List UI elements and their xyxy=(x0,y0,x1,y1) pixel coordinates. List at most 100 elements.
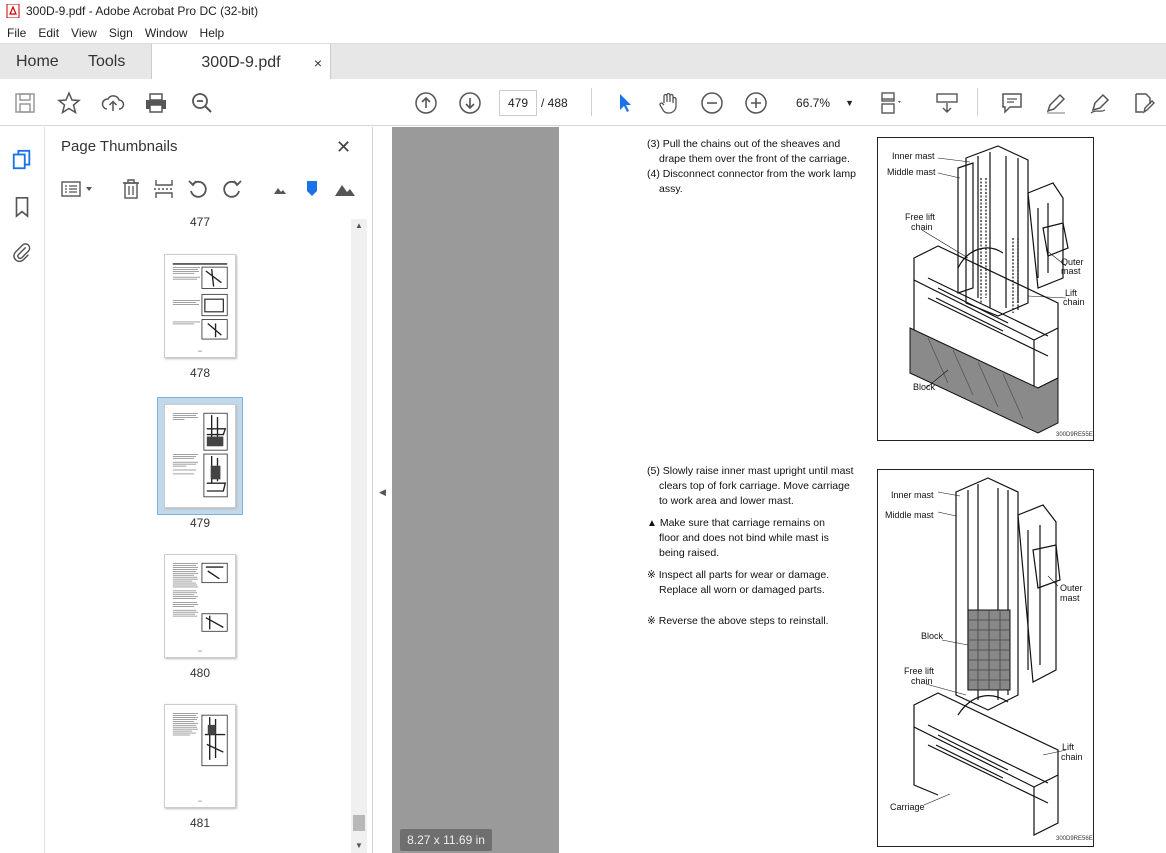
scroll-mode-icon[interactable] xyxy=(934,90,960,116)
figure-label: Middle mast xyxy=(885,510,934,520)
next-page-icon[interactable] xyxy=(457,90,483,116)
page-number-input[interactable]: 479 xyxy=(499,90,537,116)
hand-tool-icon[interactable] xyxy=(655,90,681,116)
small-thumbnails-icon[interactable] xyxy=(269,178,291,200)
tab-close-icon[interactable]: × xyxy=(314,55,322,71)
title-bar: 300D-9.pdf - Adobe Acrobat Pro DC (32-bi… xyxy=(0,0,1166,22)
figure-label: Free lift xyxy=(905,212,936,222)
asterisk-note-icon: ※ xyxy=(647,615,656,627)
mast-diagram-2: Inner mast Middle mast Outer mast Block … xyxy=(877,469,1094,847)
panel-title: Page Thumbnails xyxy=(61,138,178,155)
figure-label: Free lift xyxy=(904,666,935,676)
figure-label: Inner mast xyxy=(891,490,934,500)
zoom-value: 66.7% xyxy=(796,96,831,110)
reinstall-note: ※ Reverse the above steps to reinstall. xyxy=(647,615,829,627)
warning-text: ▲ Make sure that carriage remains on flo… xyxy=(647,517,829,559)
draw-pen-icon[interactable] xyxy=(1087,90,1113,116)
mast-diagram-1: Inner mast Middle mast Free lift chain O… xyxy=(877,137,1094,441)
figure-label: chain xyxy=(1061,752,1083,762)
zoom-search-icon[interactable] xyxy=(189,90,215,116)
step-5-text: (5) Slowly raise inner mast upright unti… xyxy=(647,465,854,507)
figure-label: chain xyxy=(911,222,933,232)
upload-cloud-icon[interactable] xyxy=(100,90,126,116)
page-size-indicator: 8.27 x 11.69 in xyxy=(400,829,492,851)
thumbnail-toolbar xyxy=(46,174,373,204)
asterisk-note-icon: ※ xyxy=(647,569,656,581)
left-navigation-rail xyxy=(0,127,45,853)
zoom-out-icon[interactable] xyxy=(699,90,725,116)
toolbar-divider xyxy=(977,88,978,116)
menu-edit[interactable]: Edit xyxy=(38,26,59,40)
thumbnail-list: 477 478 479 480 481 xyxy=(46,217,351,853)
thumbnail-label: 477 xyxy=(189,217,211,229)
figure-label: Block xyxy=(921,631,944,641)
thumbnail-page[interactable] xyxy=(164,254,236,358)
menu-help[interactable]: Help xyxy=(200,26,225,40)
print-icon[interactable] xyxy=(143,90,169,116)
thumbnail-page-current[interactable] xyxy=(164,404,236,508)
acrobat-icon xyxy=(6,4,20,18)
save-icon[interactable] xyxy=(12,90,38,116)
scroll-up-icon[interactable]: ▲ xyxy=(355,221,363,230)
previous-page-icon[interactable] xyxy=(413,90,439,116)
tab-home[interactable]: Home xyxy=(16,44,59,80)
scrollbar-thumb[interactable] xyxy=(353,815,365,831)
tab-document[interactable]: 300D-9.pdf × xyxy=(151,44,331,81)
panel-collapse-strip[interactable]: ◀ xyxy=(374,127,392,853)
menu-bar: File Edit View Sign Window Help xyxy=(0,22,1166,43)
figure-code: 300D9RE55E xyxy=(1056,432,1093,438)
thumbnail-page[interactable] xyxy=(164,704,236,808)
delete-icon[interactable] xyxy=(120,178,142,200)
tab-bar: Home Tools 300D-9.pdf × xyxy=(0,43,1166,81)
figure-label: mast xyxy=(1061,266,1081,276)
thumbnail-scrollbar[interactable]: ▲ ▼ xyxy=(351,219,367,853)
window-title: 300D-9.pdf - Adobe Acrobat Pro DC (32-bi… xyxy=(26,4,259,18)
figure-label: chain xyxy=(1063,297,1085,307)
options-menu-icon[interactable] xyxy=(60,178,96,200)
select-cursor-icon[interactable] xyxy=(612,90,638,116)
zoom-dropdown[interactable]: 66.7% ▼ xyxy=(788,90,860,116)
large-thumbnails-icon[interactable] xyxy=(334,178,356,200)
thumbnail-label: 480 xyxy=(189,666,211,680)
page-layout-icon[interactable] xyxy=(878,90,904,116)
tab-tools[interactable]: Tools xyxy=(88,44,125,80)
scroll-down-icon[interactable]: ▼ xyxy=(355,841,363,850)
pdf-page: (3) Pull the chains out of the sheaves a… xyxy=(559,127,1166,853)
warning-icon: ▲ xyxy=(647,518,657,529)
zoom-in-icon[interactable] xyxy=(743,90,769,116)
insert-page-icon[interactable] xyxy=(153,178,175,200)
thumbnail-label: 479 xyxy=(189,516,211,530)
menu-view[interactable]: View xyxy=(71,26,97,40)
document-background xyxy=(392,127,559,853)
bookmarks-icon[interactable] xyxy=(10,195,34,219)
figure-label: Outer xyxy=(1060,583,1083,593)
figure-label: Middle mast xyxy=(887,167,936,177)
figure-code: 300D9RE56E xyxy=(1056,836,1093,842)
edit-pdf-icon[interactable] xyxy=(1131,90,1157,116)
figure-label: Block xyxy=(913,382,936,392)
main-toolbar xyxy=(0,79,1166,126)
step-3-text: (3) Pull the chains out of the sheaves a… xyxy=(647,138,856,195)
menu-sign[interactable]: Sign xyxy=(109,26,133,40)
menu-window[interactable]: Window xyxy=(145,26,188,40)
figure-label: mast xyxy=(1060,593,1080,603)
menu-file[interactable]: File xyxy=(7,26,26,40)
thumbnail-size-slider-icon[interactable] xyxy=(301,178,323,200)
highlight-pen-icon[interactable] xyxy=(1043,90,1069,116)
rotate-clockwise-icon[interactable] xyxy=(221,178,243,200)
toolbar-divider xyxy=(591,88,592,116)
collapse-left-icon[interactable]: ◀ xyxy=(379,487,386,498)
page-thumbnails-panel: Page Thumbnails ✕ 477 478 479 480 481 ▲ … xyxy=(46,127,373,853)
inspect-note: ※ Inspect all parts for wear or damage. … xyxy=(647,569,830,596)
thumbnail-label: 481 xyxy=(189,816,211,830)
attachments-icon[interactable] xyxy=(10,240,34,264)
thumbnail-label: 478 xyxy=(189,366,211,380)
page-thumbnails-icon[interactable] xyxy=(10,148,34,172)
thumbnail-page[interactable] xyxy=(164,554,236,658)
comment-icon[interactable] xyxy=(999,90,1025,116)
mast-illustration xyxy=(909,145,1069,434)
figure-label: Lift xyxy=(1062,742,1075,752)
bookmark-star-icon[interactable] xyxy=(56,90,82,116)
rotate-counterclockwise-icon[interactable] xyxy=(187,178,209,200)
close-icon[interactable]: ✕ xyxy=(336,137,351,158)
